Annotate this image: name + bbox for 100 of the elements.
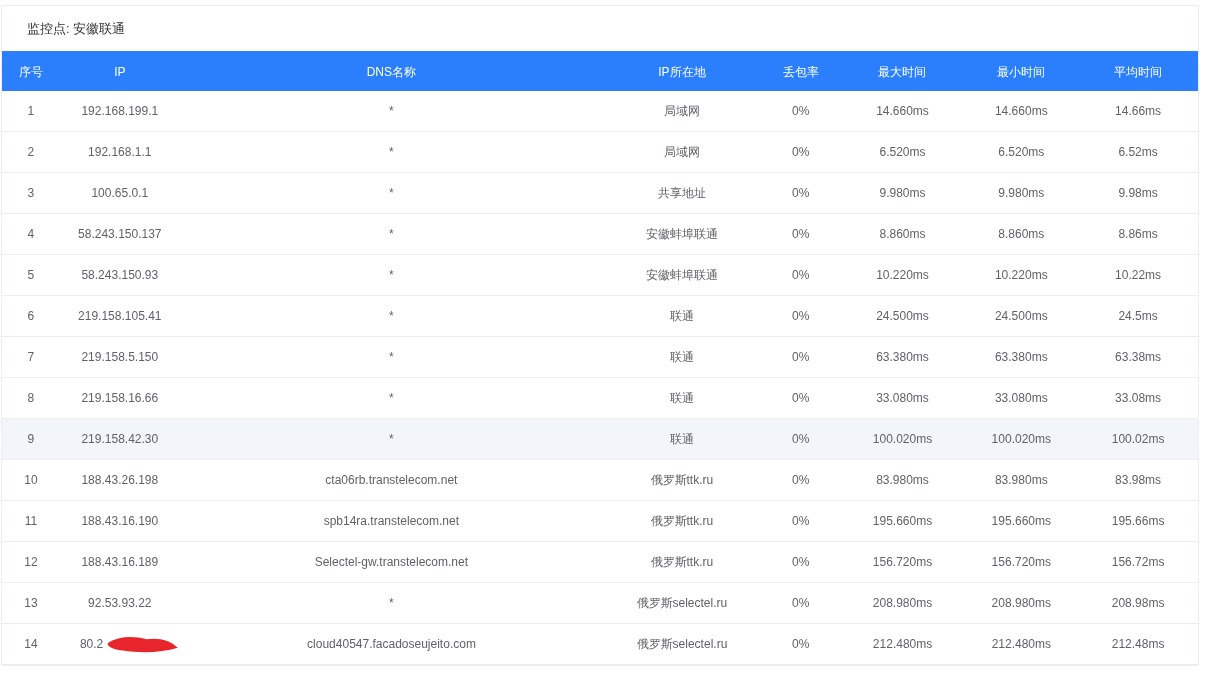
table-cell-text: 0%: [792, 267, 810, 284]
table-cell-text: *: [389, 308, 394, 325]
table-cell-text: 195.660ms: [872, 513, 933, 530]
table-cell-text: 188.43.16.189: [81, 554, 159, 571]
table-cell-text: *: [389, 431, 394, 448]
table-cell-text: 80.2: [79, 636, 104, 653]
table-cell-text: 212.480ms: [991, 636, 1051, 653]
table-cell-text: 192.168.199.1: [81, 103, 159, 120]
table-cell-text: 14.66ms: [1115, 103, 1162, 120]
table-cell-text: 195.660ms: [991, 513, 1051, 530]
table-cell-text: 俄罗斯ttk.ru: [650, 513, 714, 530]
table-cell-text: 共享地址: [657, 185, 706, 202]
table-cell-text: Selectel-gw.transtelecom.net: [314, 554, 469, 571]
table-cell-text: *: [389, 595, 394, 612]
column-header: 丢包率: [782, 65, 819, 79]
table-cell-text: 9.980ms: [998, 185, 1045, 202]
table-cell-text: 33.08ms: [1115, 390, 1162, 407]
table-cell-text: 局域网: [663, 144, 700, 161]
table-cell-text: 10.220ms: [994, 267, 1048, 284]
table-cell-text: *: [389, 103, 394, 120]
table-cell-text: cloud40547.facadoseujeito.com: [307, 636, 476, 653]
table-cell-text: 58.243.150.137: [78, 226, 162, 243]
table-cell-text: 24.5ms: [1118, 308, 1158, 325]
table-cell-text: 3: [27, 185, 35, 202]
table-cell-text: 58.243.150.93: [81, 267, 159, 284]
table-cell-text: 192.168.1.1: [88, 144, 152, 161]
table-cell-text: 63.380ms: [876, 349, 929, 366]
table-cell-text: 俄罗斯ttk.ru: [650, 472, 714, 489]
table-cell-text: 局域网: [663, 103, 700, 120]
table-cell-text: 联通: [669, 308, 694, 325]
table-cell-text: 0%: [792, 349, 810, 366]
table-cell-text: 12: [24, 554, 38, 571]
table-cell-text: 俄罗斯ttk.ru: [650, 554, 714, 571]
table-cell-text: *: [389, 390, 394, 407]
table-cell-text: 0%: [792, 431, 810, 448]
table-cell-text: 联通: [669, 390, 694, 407]
table-cell-text: 10.22ms: [1115, 267, 1162, 284]
table-cell-text: 9: [27, 431, 35, 448]
table-cell-text: 1: [27, 103, 35, 120]
table-cell-text: 7: [27, 349, 35, 366]
table-cell-text: 9.98ms: [1118, 185, 1158, 202]
table-cell-text: 联通: [669, 431, 694, 448]
table-cell-text: 13: [24, 595, 38, 612]
table-cell-text: 219.158.105.41: [78, 308, 162, 325]
table-cell-text: 6: [27, 308, 35, 325]
column-header: IP: [114, 65, 126, 79]
table-cell-text: 0%: [792, 226, 810, 243]
table-cell-text: 188.43.26.198: [81, 472, 159, 489]
table-cell-text: 14.660ms: [994, 103, 1048, 120]
table-cell-text: 5: [27, 267, 35, 284]
table-cell-text: 63.38ms: [1115, 349, 1162, 366]
table-cell-text: spb14ra.transtelecom.net: [323, 513, 460, 530]
table-cell-text: 9.980ms: [879, 185, 926, 202]
table-cell-text: 83.98ms: [1115, 472, 1162, 489]
table-cell-text: 8.86ms: [1118, 226, 1158, 243]
table-cell-text: 俄罗斯selectel.ru: [636, 595, 728, 612]
table-cell-text: 4: [27, 226, 35, 243]
column-header: 最大时间: [878, 65, 927, 79]
table-cell-text: *: [389, 144, 394, 161]
table-cell-text: 100.02ms: [1111, 431, 1165, 448]
table-cell-text: 安徽蚌埠联通: [645, 267, 718, 284]
table-cell-text: 14: [24, 636, 38, 653]
table-cell-text: 208.98ms: [1111, 595, 1165, 612]
table-cell-text: 0%: [792, 185, 810, 202]
monitor-point-title: 监控点: 安徽联通: [27, 19, 126, 38]
column-header: IP所在地: [658, 65, 706, 79]
table-cell-text: 33.080ms: [876, 390, 929, 407]
table-cell-text: 63.380ms: [994, 349, 1048, 366]
table-cell-text: 156.720ms: [872, 554, 933, 571]
table-cell-text: 俄罗斯selectel.ru: [636, 636, 728, 653]
table-cell-text: 156.720ms: [991, 554, 1051, 571]
table-cell-text: 208.980ms: [872, 595, 933, 612]
table-cell-text: cta06rb.transtelecom.net: [325, 472, 458, 489]
table-cell-text: 24.500ms: [994, 308, 1048, 325]
table-cell-text: 0%: [792, 636, 810, 653]
table-cell-text: 24.500ms: [876, 308, 929, 325]
table-cell-text: 10: [24, 472, 38, 489]
table-cell-text: *: [389, 226, 394, 243]
table-row[interactable]: 9 219.158.42.30 * 联通 0% 100.020ms 100.020ms 100.02ms: [2, 419, 1198, 460]
table-cell-text: 0%: [792, 103, 810, 120]
table-cell-text: 33.080ms: [994, 390, 1048, 407]
table-cell-text: 10.220ms: [876, 267, 929, 284]
column-header: 序号: [18, 65, 43, 79]
column-header: 平均时间: [1114, 65, 1163, 79]
table-cell-text: 83.980ms: [994, 472, 1048, 489]
table-cell-text: 100.65.0.1: [91, 185, 149, 202]
table-cell-text: *: [389, 349, 394, 366]
table-cell-text: 8.860ms: [998, 226, 1045, 243]
table-cell-text: 2: [27, 144, 35, 161]
table-cell-text: 0%: [792, 554, 810, 571]
column-header: 最小时间: [997, 65, 1046, 79]
column-header: DNS名称: [366, 65, 416, 79]
table-cell-text: 6.52ms: [1118, 144, 1158, 161]
table-cell-text: 11: [24, 513, 38, 530]
table-cell-text: 100.020ms: [872, 431, 933, 448]
table-cell-text: 100.020ms: [991, 431, 1051, 448]
table-cell-text: 0%: [792, 595, 810, 612]
table-cell-text: 0%: [792, 513, 810, 530]
table-cell-text: 219.158.5.150: [81, 349, 159, 366]
table-cell-text: 6.520ms: [998, 144, 1045, 161]
